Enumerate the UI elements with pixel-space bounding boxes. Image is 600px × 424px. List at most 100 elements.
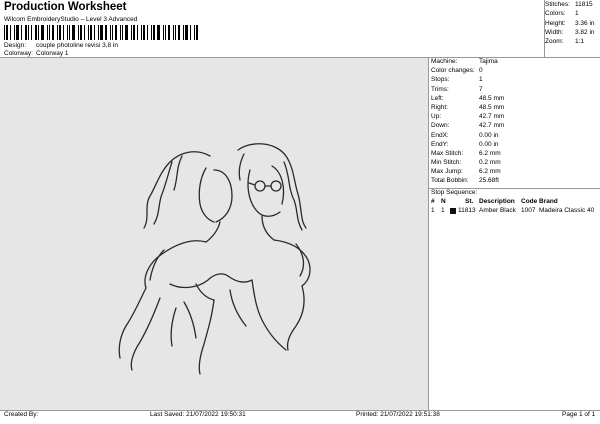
page-title: Production Worksheet	[4, 1, 127, 13]
barcode-bar	[153, 25, 155, 40]
info-value: Tajima	[479, 58, 498, 65]
info-label: Right:	[431, 103, 448, 111]
barcode-bar	[57, 25, 58, 40]
info-label: Machine:	[431, 58, 458, 65]
barcode-bar	[59, 25, 61, 40]
barcode-bar	[80, 25, 82, 40]
summary-colors: Colors: 1	[545, 10, 579, 18]
summary-panel: Stitches: 11815 Colors: 1 Height: 3.36 i…	[545, 1, 600, 47]
barcode-bar	[183, 25, 184, 40]
barcode-bar	[173, 25, 174, 40]
barcode-bar	[41, 25, 44, 40]
info-value: 42.7 mm	[479, 113, 505, 121]
info-value: 48.5 mm	[479, 103, 505, 111]
info-label: Total Bobbin:	[431, 177, 469, 185]
colorway-label: Colorway:	[4, 50, 33, 57]
barcode-bar	[185, 25, 188, 40]
barcode-bar	[88, 25, 89, 40]
info-value: 42.7 mm	[479, 122, 505, 130]
footer-page: Page 1 of 1	[562, 411, 596, 418]
barcode-bar	[151, 25, 152, 40]
summary-height: Height: 3.36 in	[545, 19, 595, 27]
info-row: EndY: 0.00 in	[429, 141, 600, 150]
barcode-bar	[25, 25, 27, 40]
embroidery-design-image	[118, 143, 311, 375]
info-row: Trims: 7	[429, 86, 600, 95]
barcode-bar	[6, 25, 8, 40]
info-row: Max Stitch: 6.2 mm	[429, 150, 600, 159]
summary-divider	[544, 0, 545, 57]
info-label: Trims:	[431, 85, 449, 93]
barcode-bar	[38, 25, 39, 40]
barcode-bar	[4, 25, 5, 40]
barcode-bar	[90, 25, 92, 40]
info-row: Up: 42.7 mm	[429, 113, 600, 122]
info-value: 7	[479, 85, 483, 93]
barcode-bar	[131, 25, 132, 40]
barcode-bar	[14, 25, 15, 40]
design-label: Design:	[4, 42, 27, 49]
info-value: 0.00 in	[479, 131, 499, 139]
barcode-bar	[141, 25, 142, 40]
barcode-bar	[133, 25, 135, 40]
barcode-bar	[120, 25, 121, 40]
info-value: 0	[479, 67, 483, 75]
footer-created-by: Created By:	[4, 411, 39, 418]
barcode-bar	[28, 25, 29, 40]
barcode-bar	[110, 25, 111, 40]
info-label: Down:	[431, 122, 450, 130]
color-swatch	[450, 208, 456, 215]
barcode-bar	[168, 25, 170, 40]
footer-divider	[0, 410, 600, 411]
barcode-bar	[49, 25, 50, 40]
info-row: Color changes: 0	[429, 67, 600, 76]
barcode-bar	[125, 25, 128, 40]
info-row: Max Jump: 6.2 mm	[429, 168, 600, 177]
barcode-bar	[84, 25, 85, 40]
info-label: EndX:	[431, 131, 449, 139]
design-value: couple photoline revisi 3,8 in	[36, 42, 119, 49]
info-row: EndX: 0.00 in	[429, 132, 600, 141]
barcode-bar	[69, 25, 70, 40]
info-label: Min Stitch:	[431, 159, 462, 167]
colorway-value: Colorway 1	[36, 50, 69, 57]
info-value: 6.2 mm	[479, 168, 501, 176]
barcode-bar	[35, 25, 37, 40]
barcode-bar	[16, 25, 19, 40]
info-row: Left: 48.5 mm	[429, 95, 600, 104]
barcode-bar	[94, 25, 95, 40]
barcode-bar	[10, 25, 11, 40]
barcode-bar	[21, 25, 22, 40]
barcode-bar	[137, 25, 138, 40]
barcode-bar	[52, 25, 54, 40]
barcode-bar	[157, 25, 160, 40]
info-row: Stops: 1	[429, 76, 600, 85]
barcode-bar	[194, 25, 195, 40]
info-row: Right: 48.5 mm	[429, 104, 600, 113]
stop-sequence-header: # N St. Description Code Brand	[431, 197, 558, 205]
info-label: Max Jump:	[431, 168, 463, 176]
barcode-bar	[190, 25, 191, 40]
design-preview	[0, 58, 428, 410]
barcode-bar	[147, 25, 148, 40]
footer-printed: Printed: 21/07/2022 19:51:38	[356, 411, 440, 418]
table-row: 1 1 11813 Amber Black 1007 Madeira Class…	[431, 207, 595, 215]
barcode-bar	[98, 25, 99, 40]
barcode-bar	[175, 25, 176, 40]
footer-last-saved: Last Saved: 21/07/2022 19:50:31	[150, 411, 246, 418]
barcode-bar	[47, 25, 48, 40]
barcode	[4, 25, 240, 40]
info-label: Color changes:	[431, 67, 475, 75]
info-row: Min Stitch: 0.2 mm	[429, 159, 600, 168]
barcode-bar	[115, 25, 117, 40]
info-label: Up:	[431, 113, 442, 121]
design-row: Design: couple photoline revisi 3,8 in	[4, 42, 118, 49]
barcode-bar	[178, 25, 180, 40]
barcode-bar	[31, 25, 32, 40]
summary-width: Width: 3.82 in	[545, 28, 595, 36]
machine-info-panel: Machine: Tajima Color changes: 0 Stops: 1 Trim…	[429, 58, 600, 410]
info-row: Total Bobbin: 25.68ft	[429, 177, 600, 186]
colorway-row: Colorway: Colorway 1	[4, 50, 69, 57]
barcode-bar	[122, 25, 123, 40]
info-value: 0.00 in	[479, 140, 499, 148]
